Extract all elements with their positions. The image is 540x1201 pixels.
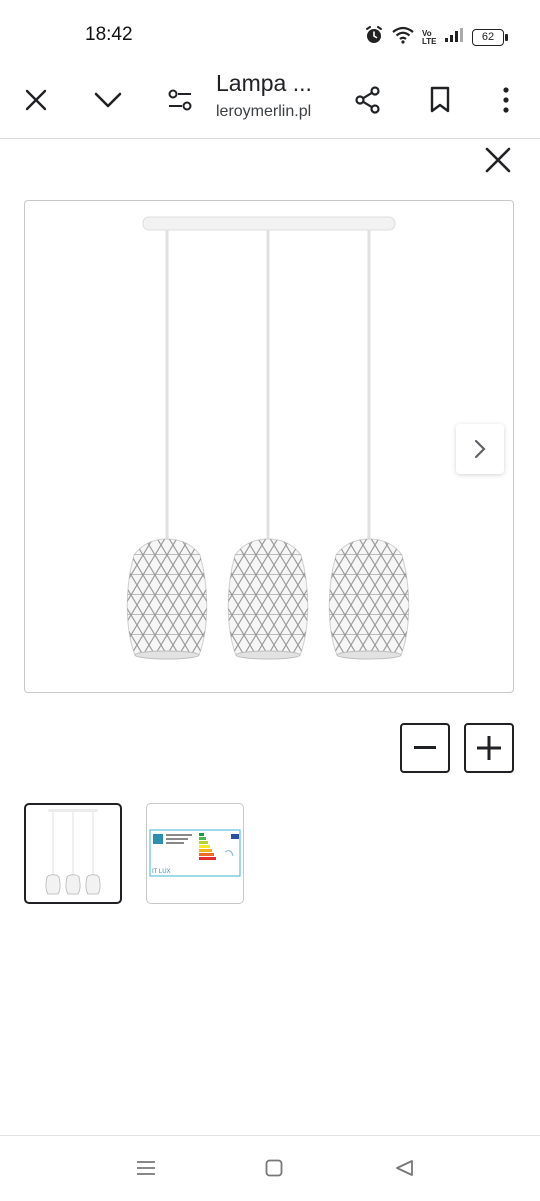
share-icon [355, 86, 380, 114]
close-icon [485, 147, 511, 173]
bookmark-button[interactable] [416, 76, 464, 124]
status-icons: Vo LTE 62 [364, 25, 508, 50]
back-icon [396, 1160, 413, 1176]
status-time: 18:42 [85, 24, 133, 45]
share-button[interactable] [344, 76, 392, 124]
home-button[interactable] [254, 1152, 294, 1184]
svg-text:IT LUX: IT LUX [152, 869, 171, 875]
zoom-out-button[interactable] [400, 723, 450, 773]
close-tab-button[interactable] [12, 76, 60, 124]
battery-icon: 62 [472, 29, 508, 46]
more-vert-icon [503, 87, 509, 113]
thumbnail-lamp-image [45, 809, 101, 895]
pendant-lamp-image [126, 216, 410, 660]
chevron-down-icon [94, 92, 122, 108]
page-settings-icon [168, 89, 192, 111]
page-domain: leroymerlin.pl [216, 103, 312, 120]
more-options-button[interactable] [482, 76, 530, 124]
thumbnail-product-photo[interactable] [24, 803, 122, 904]
minimize-button[interactable] [84, 76, 132, 124]
recents-icon [137, 1161, 155, 1175]
zoom-in-button[interactable] [464, 723, 514, 773]
wifi-icon [392, 26, 414, 49]
minus-icon [414, 746, 436, 749]
page-title-block[interactable]: Lampa ... leroymerlin.pl [216, 70, 346, 121]
viewer-close-button[interactable] [478, 140, 518, 180]
bookmark-icon [430, 86, 450, 113]
close-icon [25, 89, 47, 111]
signal-icon [444, 27, 464, 48]
thumbnail-energy-label[interactable]: IT LUX [146, 803, 244, 904]
chevron-right-icon [474, 439, 486, 459]
page-title: Lampa ... [216, 70, 312, 96]
network-type-label: Vo LTE [422, 28, 437, 46]
recents-button[interactable] [126, 1152, 166, 1184]
home-icon [265, 1159, 283, 1177]
page-settings-button[interactable] [156, 76, 204, 124]
back-button[interactable] [384, 1152, 424, 1184]
system-nav-bar [0, 1135, 540, 1201]
status-bar: 18:42 Vo LTE 62 [0, 0, 540, 64]
plus-icon [477, 736, 501, 760]
energy-label-image: IT LUX [149, 829, 241, 877]
browser-toolbar: Lampa ... leroymerlin.pl [0, 64, 540, 139]
product-image[interactable] [24, 200, 514, 693]
next-image-button[interactable] [456, 424, 504, 474]
alarm-icon [364, 25, 384, 50]
